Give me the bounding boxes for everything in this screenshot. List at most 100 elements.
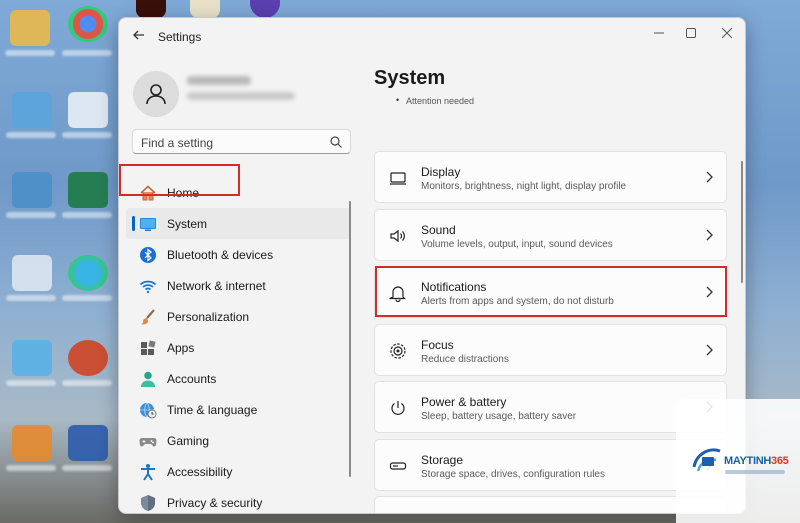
minimize-button[interactable] (642, 23, 676, 45)
nav-item-label: Privacy & security (167, 495, 263, 510)
power-icon (389, 399, 407, 417)
apps-icon (139, 339, 157, 357)
maytinh365-watermark: MAYTINH365 (676, 399, 800, 523)
card-storage[interactable]: Storage Storage space, drives, configura… (374, 438, 727, 491)
highlight-box-system (119, 164, 240, 196)
card-focus[interactable]: Focus Reduce distractions (374, 323, 727, 376)
nav-item-time-language[interactable]: Time & language (126, 394, 351, 425)
nav-item-label: Gaming (167, 433, 210, 448)
maximize-button[interactable] (674, 23, 708, 45)
chevron-right-icon (706, 344, 713, 355)
settings-window: Settings Find a setting Home System Blue… (118, 17, 746, 514)
nav-item-network-internet[interactable]: Network & internet (126, 270, 351, 301)
card-title: Focus (421, 337, 454, 352)
display-icon (389, 169, 407, 187)
brand-main: MAYTINH (724, 455, 771, 467)
person-icon (146, 84, 166, 105)
card-title: Sound (421, 222, 456, 237)
navigation-pane: Find a setting Home System Bluetooth & d… (119, 56, 364, 513)
desktop-edge-icon[interactable] (68, 255, 108, 291)
focus-icon (389, 342, 407, 360)
wifi-icon (139, 277, 157, 295)
desktop-icon-label (62, 132, 112, 138)
card-title: Power & battery (421, 395, 507, 409)
user-name-blurred (187, 76, 251, 85)
shield-icon (139, 494, 157, 512)
close-button[interactable] (710, 23, 744, 45)
nav-item-accounts[interactable]: Accounts (126, 363, 351, 394)
brand-number: 365 (771, 455, 789, 467)
nav-item-privacy-security[interactable]: Privacy & security (126, 487, 351, 513)
desktop-monitor-icon[interactable] (12, 92, 52, 128)
arrow-left-icon (133, 30, 144, 40)
main-scrollbar[interactable] (741, 161, 743, 283)
desktop (0, 0, 118, 523)
nav-scrollbar[interactable] (349, 201, 351, 477)
card-display[interactable]: Display Monitors, brightness, night ligh… (374, 151, 727, 203)
chevron-right-icon (706, 171, 713, 183)
gamepad-icon (139, 432, 157, 450)
desktop-app-icon[interactable] (12, 340, 52, 376)
nav-item-label: Bluetooth & devices (167, 247, 274, 262)
nav-list: Home System Bluetooth & devices Network … (126, 177, 351, 513)
desktop-icon-label (62, 212, 112, 218)
desktop-app-icon[interactable] (12, 425, 52, 461)
card-title: Storage (421, 452, 464, 467)
globe-clock-icon (139, 401, 157, 419)
desktop-icon-label (62, 380, 112, 386)
nav-item-label: Accessibility (167, 464, 233, 479)
nav-item-label: Time & language (167, 402, 258, 417)
bluetooth-icon (139, 246, 157, 264)
desktop-icon-label (5, 50, 55, 56)
nav-item-apps[interactable]: Apps (126, 332, 351, 363)
desktop-powerpoint-icon[interactable] (68, 340, 108, 376)
nav-item-label: Accounts (167, 371, 217, 386)
maytinh365-logo-text: MAYTINH365 (724, 455, 789, 467)
desktop-app-icon[interactable] (12, 172, 52, 208)
desktop-folder-icon[interactable] (10, 10, 50, 46)
card-title: Display (421, 165, 461, 179)
taskbar-app-icon[interactable] (190, 0, 220, 18)
taskbar-illustrator-icon[interactable] (136, 0, 166, 18)
attention-needed-text[interactable]: Attention needed (396, 95, 474, 106)
avatar[interactable] (133, 71, 179, 117)
card-subtitle: Sleep, battery usage, battery saver (421, 411, 577, 422)
user-email-blurred (187, 92, 295, 100)
search-icon[interactable] (329, 135, 343, 149)
card-power-battery[interactable]: Power & battery Sleep, battery usage, ba… (374, 381, 727, 433)
back-button[interactable] (129, 27, 149, 47)
desktop-word-icon[interactable] (68, 425, 108, 461)
storage-icon (389, 457, 407, 475)
highlight-box-notifications (375, 266, 727, 317)
nav-item-gaming[interactable]: Gaming (126, 425, 351, 456)
search-placeholder: Find a setting (141, 136, 214, 150)
nav-item-system[interactable]: System (126, 208, 351, 239)
taskbar-app-icon[interactable] (250, 0, 280, 18)
nav-item-personalization[interactable]: Personalization (126, 301, 351, 332)
nav-item-label: Network & internet (167, 278, 266, 293)
minimize-icon (654, 32, 664, 34)
desktop-chrome-icon[interactable] (68, 6, 108, 42)
maximize-icon (686, 28, 696, 38)
nav-item-accessibility[interactable]: Accessibility (126, 456, 351, 487)
speaker-icon (389, 227, 407, 245)
card-sound[interactable]: Sound Volume levels, output, input, soun… (374, 208, 727, 261)
desktop-excel-icon[interactable] (68, 172, 108, 208)
desktop-document-icon[interactable] (68, 92, 108, 128)
desktop-icon-label (6, 380, 56, 386)
desktop-icon-label (6, 212, 56, 218)
search-input[interactable]: Find a setting (132, 129, 351, 154)
page-title: System (374, 67, 446, 89)
logo-tagline-blurred (725, 470, 785, 474)
nav-item-label: System (167, 216, 208, 231)
monitor-icon (139, 215, 157, 233)
nav-item-label: Personalization (167, 309, 250, 324)
desktop-icon-label (62, 295, 112, 301)
nav-item-label: Apps (167, 340, 195, 355)
nav-item-bluetooth-devices[interactable]: Bluetooth & devices (126, 239, 351, 270)
desktop-file-icon[interactable] (12, 255, 52, 291)
paintbrush-icon (139, 308, 157, 326)
desktop-icon-label (6, 465, 56, 471)
settings-cards: Display Monitors, brightness, night ligh… (374, 151, 727, 513)
card-partial[interactable] (374, 496, 727, 513)
